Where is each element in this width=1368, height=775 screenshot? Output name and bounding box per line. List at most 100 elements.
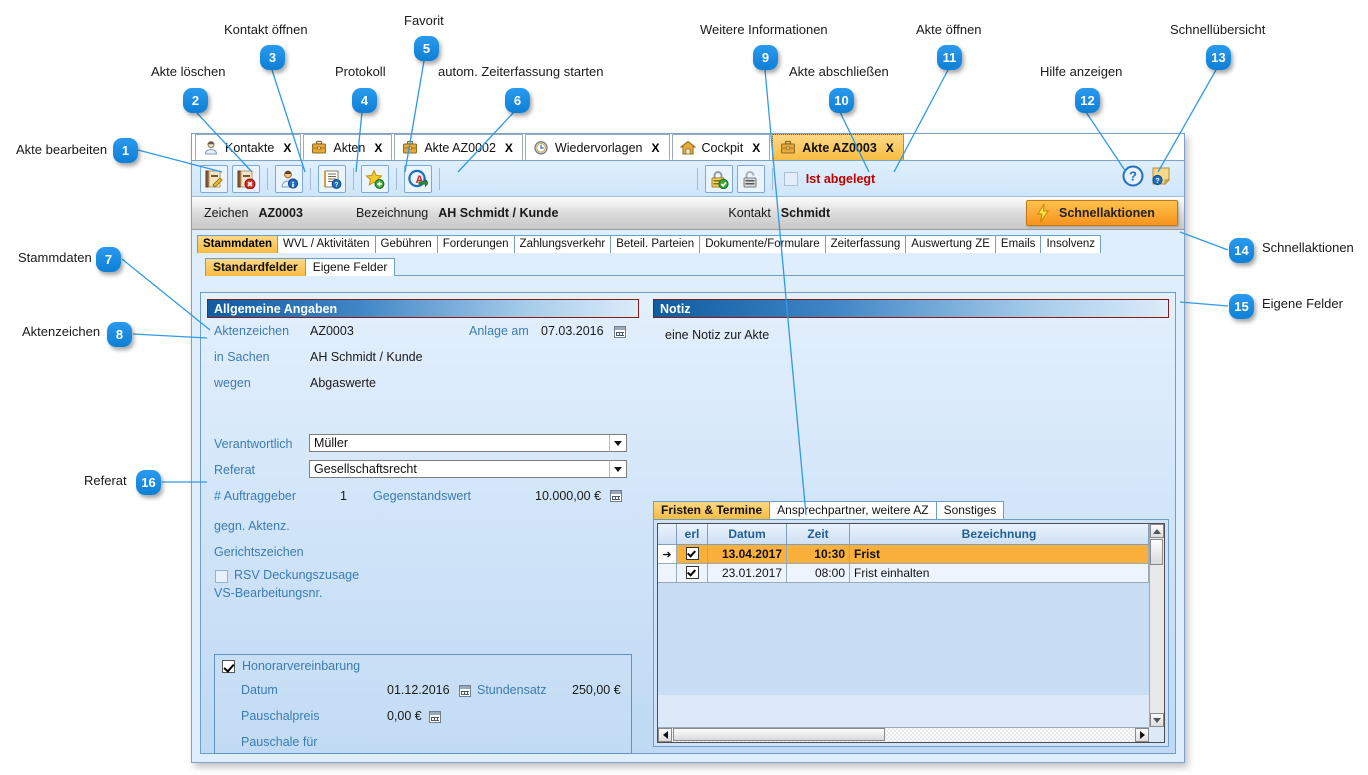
verantwortlich-select[interactable]: Müller [309,434,627,452]
honorarvereinbarung-checkbox[interactable] [222,660,235,673]
calculator-icon[interactable] [610,490,622,502]
close-icon[interactable]: X [651,141,659,155]
tab-forderungen[interactable]: Forderungen [437,235,515,253]
calendar-icon[interactable] [459,685,471,697]
callout-badge-13: 13 [1206,45,1231,70]
wegen-value[interactable]: Abgaswerte [310,376,376,390]
tab-geb-hren[interactable]: Gebühren [375,235,438,253]
tab-dokumente-formulare[interactable]: Dokumente/Formulare [699,235,825,253]
stundensatz-value[interactable]: 250,00 € [572,683,621,697]
gridtab-fristen-termine[interactable]: Fristen & Termine [653,501,770,519]
row-in-sachen: in Sachen AH Schmidt / Kunde [207,346,639,372]
verantwortlich-value: Müller [310,436,609,450]
window-tab-akten[interactable]: AktenX [303,134,392,160]
subtab-eigene-felder[interactable]: Eigene Felder [305,258,396,276]
column-header-marker[interactable] [658,524,677,545]
tab-zeiterfassung[interactable]: Zeiterfassung [825,235,907,253]
vertical-scrollbar[interactable] [1149,524,1164,727]
bezeichnung-label: Bezeichnung [356,206,428,220]
referat-label: Referat [214,463,255,477]
window-tab-kontakte[interactable]: KontakteX [195,134,301,160]
horizontal-scrollbar[interactable] [658,727,1149,742]
gridtab-sonstiges[interactable]: Sonstiges [936,501,1005,519]
horizontal-scroll-thumb[interactable] [673,728,885,741]
scroll-left-button[interactable] [658,728,672,742]
schnelluebersicht-button[interactable]: ? [1150,165,1172,192]
datum-value[interactable]: 01.12.2016 [387,683,450,697]
table-row[interactable]: 23.01.201708:00Frist einhalten [658,564,1149,583]
column-header-bezeichnung[interactable]: Bezeichnung [850,524,1149,545]
kontakt-label: Kontakt [728,206,770,220]
window-tab-akte-az0003[interactable]: Akte AZ0003 X [772,134,904,160]
record-header-bar: Zeichen AZ0003 Bezeichnung AH Schmidt / … [192,197,1184,230]
window-tab-label: Akte AZ0003 [802,141,877,155]
favorit-button[interactable] [361,165,389,193]
tab-stammdaten[interactable]: Stammdaten [197,235,278,253]
scroll-down-button[interactable] [1150,713,1164,727]
row-referat: Referat Gesellschaftsrecht [207,459,639,485]
pauschalpreis-value[interactable]: 0,00 € [387,709,422,723]
erledigt-checkbox[interactable] [677,564,708,583]
scroll-right-button[interactable] [1135,728,1149,742]
kontakt-oeffnen-button[interactable] [275,165,303,193]
window-tab-akte-az0002[interactable]: Akte AZ0002X [394,134,523,160]
tab-auswertung-ze[interactable]: Auswertung ZE [905,235,996,253]
close-icon[interactable]: X [886,141,894,155]
allgemeine-angaben-form: Aktenzeichen AZ0003 Anlage am 07.03.2016… [207,320,639,608]
tab-insolvenz[interactable]: Insolvenz [1040,235,1101,253]
chevron-down-icon[interactable] [609,435,626,451]
tab-beteil-parteien[interactable]: Beteil. Parteien [610,235,700,253]
column-header-erl[interactable]: erl [677,524,708,545]
column-header-zeit[interactable]: Zeit [787,524,850,545]
callout-badge-4: 4 [352,88,377,113]
calculator-icon[interactable] [429,711,441,723]
akte-loeschen-button[interactable] [232,165,260,193]
close-icon[interactable]: X [283,141,291,155]
gegenstandswert-value[interactable]: 10.000,00 € [535,489,601,503]
close-icon[interactable]: X [374,141,382,155]
pauschalpreis-label: Pauschalpreis [241,709,320,723]
notiz-text[interactable]: eine Notiz zur Akte [653,318,1169,342]
callout-badge-1: 1 [113,138,138,163]
close-icon[interactable]: X [752,141,760,155]
auftraggeber-label: # Auftraggeber [214,489,296,503]
table-row[interactable]: ➜13.04.201710:30Frist [658,545,1149,564]
ist-abgelegt-checkbox[interactable] [784,172,798,186]
tab-zahlungsverkehr[interactable]: Zahlungsverkehr [514,235,612,253]
protokoll-button[interactable]: ? [318,165,346,193]
aktenzeichen-value[interactable]: AZ0003 [310,324,354,338]
window-tab-cockpit[interactable]: CockpitX [672,134,771,160]
in-sachen-value[interactable]: AH Schmidt / Kunde [310,350,423,364]
tab-wvl-aktivit-ten[interactable]: WVL / Aktivitäten [277,235,376,253]
tab-emails[interactable]: Emails [995,235,1042,253]
rsv-deckungszusage-checkbox[interactable] [215,570,228,583]
akte-abschliessen-button[interactable] [705,165,733,193]
stammdaten-content: Allgemeine Angaben Aktenzeichen AZ0003 A… [200,292,1176,754]
fristen-panel: Fristen & TermineAnsprechpartner, weiter… [653,500,1169,747]
callout-badge-11: 11 [937,45,962,70]
calendar-icon[interactable] [614,326,626,338]
in-sachen-label: in Sachen [214,350,270,364]
zeiterfassung-button[interactable]: A [404,165,432,193]
svg-text:?: ? [1155,178,1159,185]
window-tab-wiedervorlagen[interactable]: WiedervorlagenX [525,134,670,160]
akte-oeffnen-button[interactable] [737,165,765,193]
chevron-down-icon[interactable] [609,461,626,477]
hilfe-anzeigen-button[interactable]: ? [1122,165,1144,192]
close-icon[interactable]: X [505,141,513,155]
scroll-up-button[interactable] [1150,524,1164,538]
cell-bezeichnung: Frist [850,545,1149,564]
wegen-label: wegen [214,376,251,390]
schnellaktionen-button[interactable]: Schnellaktionen [1026,200,1178,226]
gridtab-ansprechpartner-weitere-az[interactable]: Ansprechpartner, weitere AZ [769,501,936,519]
anlage-am-value[interactable]: 07.03.2016 [541,324,604,338]
column-header-datum[interactable]: Datum [708,524,787,545]
akte-bearbeiten-button[interactable] [200,165,228,193]
form-gap [207,398,639,433]
vertical-scroll-thumb[interactable] [1150,539,1163,565]
subtab-standardfelder[interactable]: Standardfelder [205,258,306,276]
erledigt-checkbox[interactable] [677,545,708,564]
callout-badge-9: 9 [753,45,778,70]
referat-select[interactable]: Gesellschaftsrecht [309,460,627,478]
callout-label-16: Referat [84,473,127,488]
